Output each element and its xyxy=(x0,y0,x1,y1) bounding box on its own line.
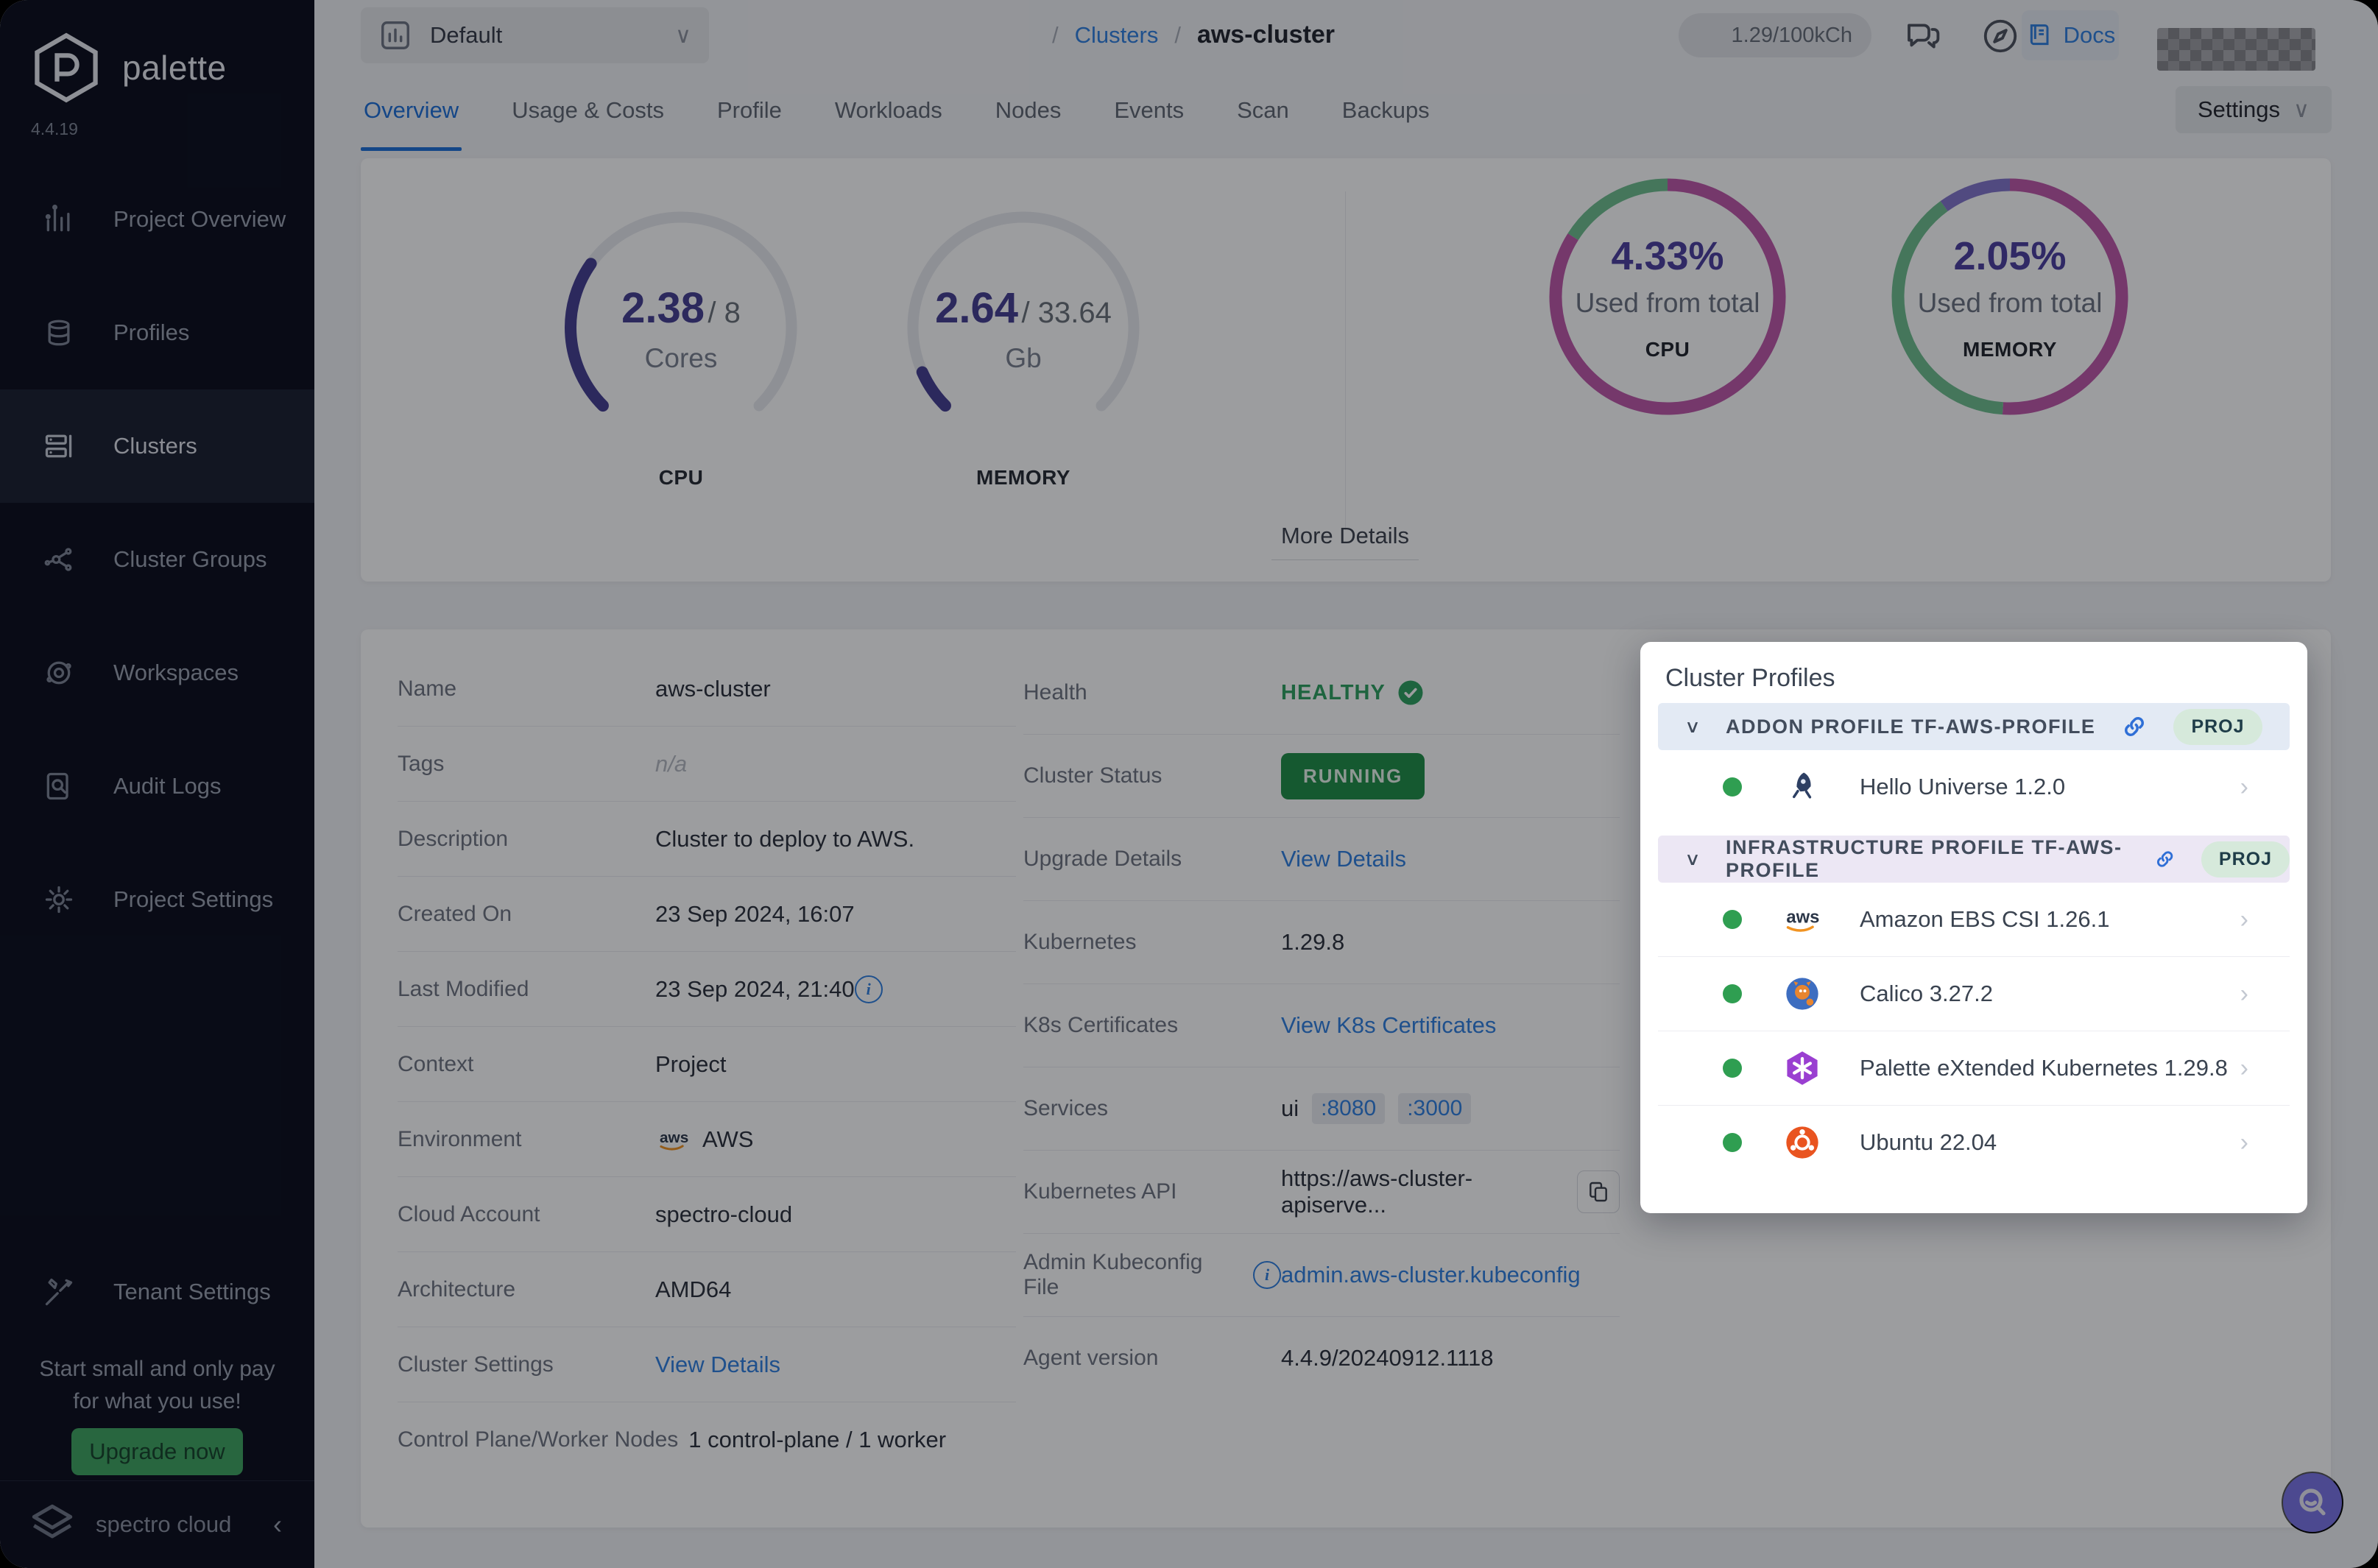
profile-layer-amazon-ebs-csi[interactable]: aws Amazon EBS CSI 1.26.1 › xyxy=(1658,883,2290,957)
link-icon xyxy=(2153,845,2176,873)
addon-profile-section: ∨ ADDON PROFILE TF-AWS-PROFILE PROJ Hell… xyxy=(1658,703,2290,824)
status-dot xyxy=(1723,984,1742,1003)
chevron-right-icon: › xyxy=(2240,773,2248,802)
chevron-right-icon: › xyxy=(2240,905,2248,934)
profile-layer-hello-universe[interactable]: Hello Universe 1.2.0 › xyxy=(1658,750,2290,824)
infrastructure-profile-section: ∨ INFRASTRUCTURE PROFILE TF-AWS-PROFILE … xyxy=(1658,836,2290,1179)
svg-text:aws: aws xyxy=(1786,907,1819,927)
infrastructure-profile-header[interactable]: ∨ INFRASTRUCTURE PROFILE TF-AWS-PROFILE … xyxy=(1658,836,2290,883)
profile-layer-pxk[interactable]: Palette eXtended Kubernetes 1.29.8 › xyxy=(1658,1031,2290,1106)
addon-profile-header[interactable]: ∨ ADDON PROFILE TF-AWS-PROFILE PROJ xyxy=(1658,703,2290,750)
pxk-icon xyxy=(1783,1049,1821,1087)
panel-title: Cluster Profiles xyxy=(1665,664,1835,693)
chevron-down-icon: ∨ xyxy=(1684,716,1701,737)
status-dot xyxy=(1723,1133,1742,1152)
app-window: palette 4.4.19 Project Overview Profiles… xyxy=(0,0,2378,1568)
ubuntu-icon xyxy=(1783,1123,1821,1162)
scope-badge: PROJ xyxy=(2173,709,2262,745)
cluster-profiles-panel: Cluster Profiles ∨ ADDON PROFILE TF-AWS-… xyxy=(1640,642,2307,1213)
profile-layer-calico[interactable]: Calico 3.27.2 › xyxy=(1658,957,2290,1031)
scope-badge: PROJ xyxy=(2201,841,2290,877)
chevron-right-icon: › xyxy=(2240,1129,2248,1157)
chevron-down-icon: ∨ xyxy=(1684,849,1701,869)
status-dot xyxy=(1723,777,1742,797)
calico-icon xyxy=(1783,975,1821,1013)
chevron-right-icon: › xyxy=(2240,980,2248,1009)
status-dot xyxy=(1723,910,1742,929)
hello-universe-icon xyxy=(1783,768,1821,806)
link-icon xyxy=(2120,713,2148,741)
status-dot xyxy=(1723,1059,1742,1078)
profile-layer-ubuntu[interactable]: Ubuntu 22.04 › xyxy=(1658,1106,2290,1179)
chevron-right-icon: › xyxy=(2240,1054,2248,1083)
aws-icon: aws xyxy=(1783,900,1821,939)
